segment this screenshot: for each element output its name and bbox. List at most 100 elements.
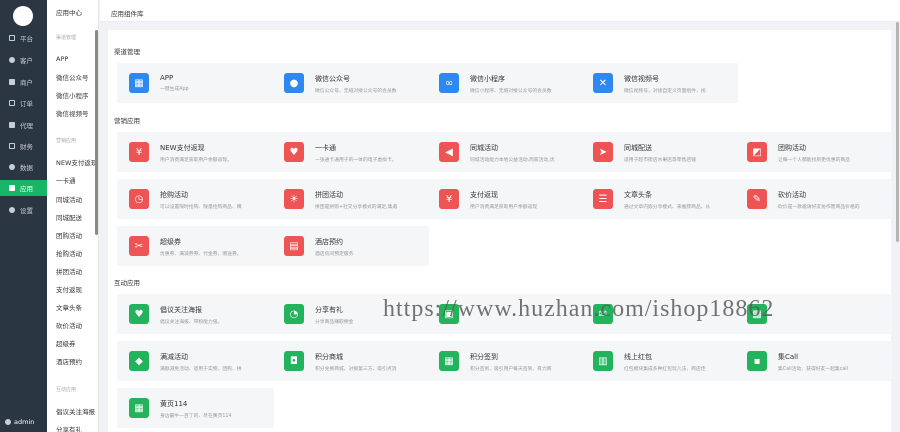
tile-name: 倡议关注海报 <box>160 306 202 314</box>
user-menu[interactable]: admin <box>0 412 47 432</box>
watermark-text: https://www.huzhan.com/ishop18862 <box>383 296 775 322</box>
app-tile-super-coupon[interactable]: ✂ 超级券 优惠券、满减券券、代金券、赠送券。 <box>117 226 274 266</box>
subnav-link[interactable]: 同城配送 <box>56 212 98 222</box>
page-title: 应用组件库 <box>111 10 144 18</box>
tile-name: 同城配送 <box>624 144 652 152</box>
store-icon <box>9 79 15 85</box>
megaphone-icon: ◀ <box>439 142 459 162</box>
app-tile-follow-poster[interactable]: ♥ 倡议关注海报 倡议关注海报、带粉能力强。 <box>117 294 274 334</box>
tile-desc: 可以设置限时抢购、限量抢购商品、释 <box>160 205 242 210</box>
app-tile-discount[interactable]: ◆ 满减活动 满额减免活动、适用于实物、团购、拼 <box>117 341 274 381</box>
subnav-link[interactable]: 拼团活动 <box>56 266 98 276</box>
tile-name: 微信公众号 <box>315 75 350 83</box>
subnav-link[interactable]: 团购活动 <box>56 230 98 240</box>
section-title: 营销应用 <box>114 117 140 125</box>
tile-desc: 满额减免活动、适用于实物、团购、拼 <box>160 367 242 372</box>
video-channel-icon: ✕ <box>593 73 613 93</box>
subnav-link[interactable]: 倡议关注海报 <box>56 406 98 416</box>
tile-name: 拼团活动 <box>315 191 343 199</box>
article-icon: ☰ <box>593 189 613 209</box>
app-tile-group-buy[interactable]: ◩ 团购活动 让每一个人都能找到更优惠的商品 <box>735 132 892 172</box>
app-tile-all-in-one-card[interactable]: ♥ 一卡通 一张通卡通用于的一体的电子虚拟卡。 <box>272 132 429 172</box>
app-tile-flash-sale[interactable]: ◷ 抢购活动 可以设置限时抢购、限量抢购商品、释 <box>117 179 274 219</box>
app-tile-pay-cashback[interactable]: ¥ 支付返现 用户消费满足获取用户余额返现 <box>427 179 584 219</box>
subnav-link[interactable]: 砍价活动 <box>56 320 98 330</box>
red-packet-icon: ▥ <box>593 351 613 371</box>
data-icon <box>9 164 15 170</box>
subnav-link[interactable]: 酒店预约 <box>56 356 98 366</box>
sidebar-item-merchants[interactable]: 商户 <box>0 74 47 90</box>
app-tile-local-delivery[interactable]: ➤ 同城配送 适用于超市街店水果店等零售店铺 <box>581 132 738 172</box>
app-tile-hotel-booking[interactable]: ▤ 酒店预约 酒店房间预定服务 <box>272 226 429 266</box>
sidebar-item-apps[interactable]: 应用 <box>0 180 47 196</box>
order-icon <box>9 100 15 106</box>
subnav-link[interactable]: 抢购活动 <box>56 248 98 258</box>
app-tile-new-cashback[interactable]: ¥ NEW支付返现 用户消费满足获取用户余额返现。 <box>117 132 274 172</box>
sidebar-item-finance[interactable]: 财务 <box>0 138 47 154</box>
top-bar: 应用组件库 <box>100 0 900 22</box>
heart-icon: ♥ <box>129 304 149 324</box>
app-tile-app[interactable]: ▦ APP 一键生成App <box>117 63 274 103</box>
app-tile-red-packet[interactable]: ▥ 线上红包 红包模块集成多种红包玩儿法、商店佳 <box>581 341 738 381</box>
app-tile-local-events[interactable]: ◀ 同城活动同城活动能力本地公益活动,周家活动,优 <box>427 132 584 172</box>
tile-desc: 让每一个人都能找到更优惠的商品 <box>778 158 850 163</box>
user-avatar-icon <box>5 419 11 425</box>
tile-desc: 适用于超市街店水果店等零售店铺 <box>624 158 696 163</box>
app-tile-group-deal[interactable]: ☀ 拼团活动 拼团是拼购+社交分享模式的满足,集邀 <box>272 179 429 219</box>
tile-desc: 用户消费满足获取用户余额返现。 <box>160 158 232 163</box>
sidebar-item-settings[interactable]: 设置 <box>0 202 47 218</box>
subnav-link[interactable]: NEW支付返现 <box>56 157 98 167</box>
tile-name: 超级券 <box>160 238 181 246</box>
book-icon: ▦ <box>129 398 149 418</box>
tile-name: 满减活动 <box>160 353 188 361</box>
sidebar-item-customers[interactable]: 客户 <box>0 52 47 68</box>
subnav-scrollbar[interactable] <box>95 30 98 235</box>
tile-desc: 砍价是一款邀请好友协作而商品价格的 <box>778 205 860 210</box>
app-tile-bargain[interactable]: ✎ 砍价活动 砍价是一款邀请好友协作而商品价格的 <box>735 179 892 219</box>
heart-card-icon: ♥ <box>284 142 304 162</box>
logo <box>13 6 33 26</box>
tile-desc: 同城活动能力本地公益活动,周家活动,优 <box>470 158 555 163</box>
tile-name: 微信小程序 <box>470 75 505 83</box>
app: 平台 客户 商户 订单 代理 财务 数据 应用 设置 admin 应用中心 渠道… <box>0 0 900 432</box>
subnav-link[interactable]: 微信视频号 <box>56 108 98 118</box>
app-tile-mini-program[interactable]: ∞ 微信小程序 微信小程序、无缝对接公众号的会员数 <box>427 63 584 103</box>
subnav-link[interactable]: 文章头条 <box>56 302 98 312</box>
app-tile-yellow-pages[interactable]: ▦ 黄页114 身边最牛一百了的、尽在黄页114 <box>117 388 274 428</box>
subnav-link[interactable]: 分享有礼 <box>56 424 98 432</box>
mini-program-icon: ∞ <box>439 73 459 93</box>
app-tile-points-checkin[interactable]: ▦ 积分签到 积分签到、吸引用户每天签到、有力商 <box>427 341 584 381</box>
gift-icon: ▪ <box>747 351 767 371</box>
subnav-link[interactable]: APP <box>56 55 98 63</box>
main-scrollbar[interactable] <box>896 22 899 242</box>
tile-desc: 积分签到、吸引用户每天签到、有力商 <box>470 367 552 372</box>
subnav-link[interactable]: 一卡通 <box>56 175 98 185</box>
tile-desc: 用户消费满足获取用户余额返现 <box>470 205 538 210</box>
section-title: 互动应用 <box>114 279 140 287</box>
monitor-icon <box>9 35 15 41</box>
app-tile-points-mall[interactable]: ◘ 积分商城 积分兑换商城、对接第三方、吸引点消 <box>272 341 429 381</box>
sidebar-item-orders[interactable]: 订单 <box>0 95 47 111</box>
subnav-link[interactable]: 超级券 <box>56 338 98 348</box>
sidebar-item-agents[interactable]: 代理 <box>0 117 47 133</box>
app-tile-wechat-official[interactable]: ● 微信公众号 微信公众号、无缝对接公众号的会员数 <box>272 63 429 103</box>
tile-name: 同城活动 <box>470 144 498 152</box>
subnav-link[interactable]: 支付返现 <box>56 284 98 294</box>
sidebar-item-data[interactable]: 数据 <box>0 159 47 175</box>
tile-desc: 集Call活动、获得好友一起集call <box>778 367 848 372</box>
subnav-link[interactable]: 同城活动 <box>56 194 98 204</box>
tile-name: 积分签到 <box>470 353 498 361</box>
subnav-link[interactable]: 微信小程序 <box>56 90 98 100</box>
gear-icon <box>9 207 15 213</box>
tile-desc: 拼团是拼购+社交分享模式的满足,集邀 <box>315 205 398 210</box>
subnav-link[interactable]: 微信公众号 <box>56 72 98 82</box>
tile-name: 黄页114 <box>160 400 188 408</box>
app-tile-collect-call[interactable]: ▪ 集Call 集Call活动、获得好友一起集call <box>735 341 892 381</box>
sidebar-item-platform[interactable]: 平台 <box>0 30 47 46</box>
tile-desc: 酒店房间预定服务 <box>315 252 354 257</box>
app-tile-video-channel[interactable]: ✕ 微信视频号 微信视频号，对接自定义页面组件，视 <box>581 63 738 103</box>
tile-name: NEW支付返现 <box>160 144 205 152</box>
app-tile-article-headline[interactable]: ☰ 文章头条 通过文章内嵌分享模式、来推荐商品、从 <box>581 179 738 219</box>
tile-desc: 一键生成App <box>160 87 189 92</box>
tile-name: 砍价活动 <box>778 191 806 199</box>
